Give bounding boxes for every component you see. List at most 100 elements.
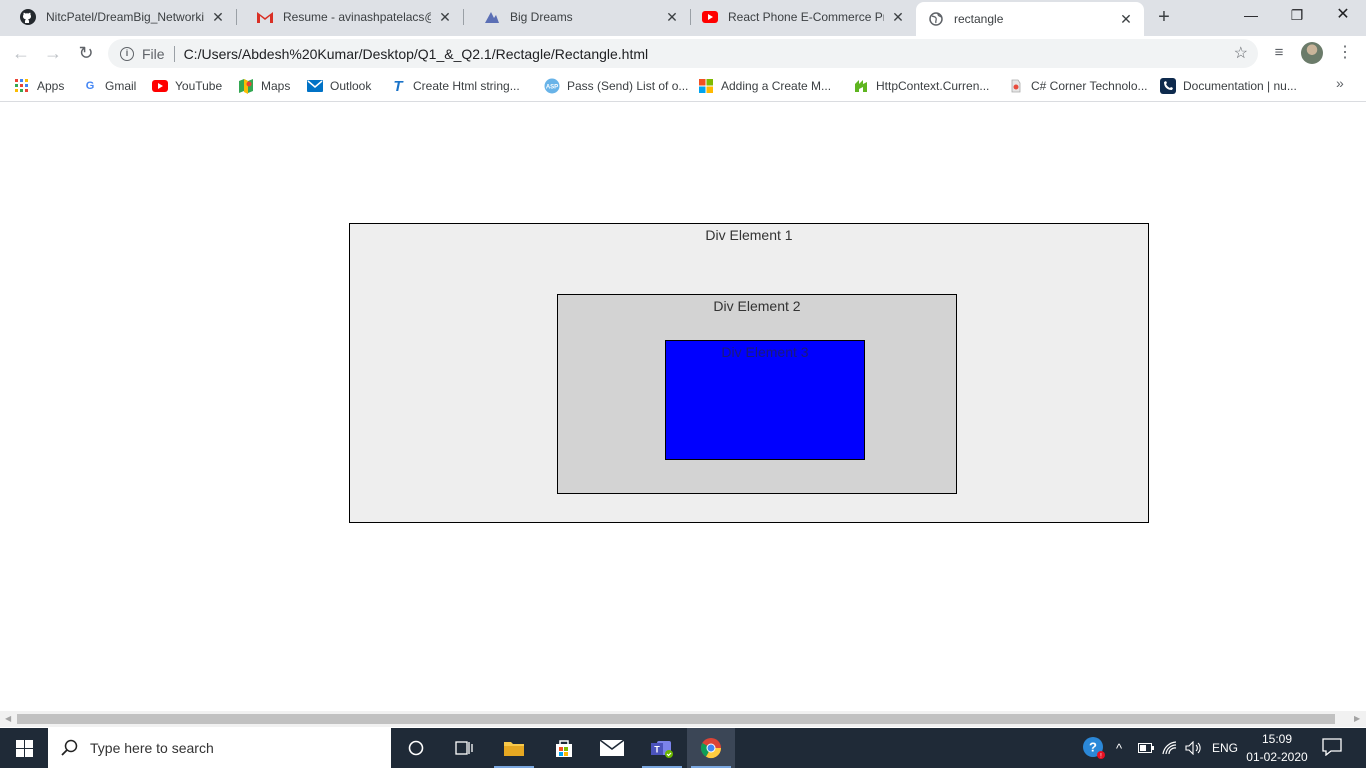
bookmark-pass-list[interactable]: ASP Pass (Send) List of o... xyxy=(544,77,688,95)
chrome-button[interactable] xyxy=(687,728,735,768)
clock[interactable]: 15:09 01-02-2020 xyxy=(1242,730,1312,766)
tab-rectangle[interactable]: rectangle ✕ xyxy=(916,2,1144,36)
bookmark-label: Outlook xyxy=(330,79,372,93)
bookmarks-bar: Apps G Gmail YouTube Maps Outlook T Crea… xyxy=(0,70,1366,102)
taskbar-search[interactable]: Type here to search xyxy=(48,728,391,768)
bookmark-httpcontext[interactable]: HttpContext.Curren... xyxy=(853,77,989,95)
scroll-right-icon[interactable]: ▶ xyxy=(1354,714,1360,723)
close-icon[interactable]: ✕ xyxy=(890,9,906,25)
div-element-3-label: Div Element 3 xyxy=(721,344,809,360)
battery-icon[interactable] xyxy=(1138,728,1154,768)
phone-icon xyxy=(1160,78,1176,94)
bookmark-label: Create Html string... xyxy=(413,79,520,93)
search-icon xyxy=(61,739,78,756)
cortana-button[interactable] xyxy=(392,728,440,768)
bookmark-label: Apps xyxy=(37,79,65,93)
windows-logo-icon xyxy=(15,739,33,757)
microsoft-icon xyxy=(698,78,714,94)
restore-button[interactable]: ❐ xyxy=(1274,0,1320,32)
windows-taskbar: Type here to search T ?! ^ ENG 15:09 01-… xyxy=(0,728,1366,768)
notification-icon xyxy=(1322,738,1342,757)
help-tray[interactable]: ?! xyxy=(1082,728,1106,768)
url-text[interactable]: C:/Users/Abdesh%20Kumar/Desktop/Q1_&_Q2.… xyxy=(184,46,649,62)
close-icon[interactable]: ✕ xyxy=(437,9,453,25)
gmail-icon xyxy=(257,9,273,25)
big-dreams-icon xyxy=(484,9,500,25)
star-icon[interactable]: ☆ xyxy=(1234,43,1248,63)
tab-youtube[interactable]: React Phone E-Commerce Proj ✕ xyxy=(682,0,916,34)
bookmark-label: C# Corner Technolo... xyxy=(1031,79,1148,93)
bookmark-adding-create[interactable]: Adding a Create M... xyxy=(698,77,831,95)
tab-title: React Phone E-Commerce Proj xyxy=(728,10,884,24)
back-button[interactable]: ← xyxy=(8,40,34,66)
minimize-button[interactable]: — xyxy=(1228,0,1274,32)
google-icon: G xyxy=(85,80,95,92)
mail-button[interactable] xyxy=(588,728,636,768)
bookmark-outlook[interactable]: Outlook xyxy=(307,77,371,95)
close-icon[interactable]: ✕ xyxy=(1118,11,1134,27)
tab-gmail[interactable]: Resume - avinashpatelacs@gm ✕ xyxy=(237,0,463,34)
tab-title: Big Dreams xyxy=(510,10,573,24)
forward-button[interactable]: → xyxy=(40,40,66,66)
language-label: ENG xyxy=(1212,741,1239,755)
chrome-icon xyxy=(700,738,722,759)
bookmark-label: Adding a Create M... xyxy=(721,79,832,93)
store-button[interactable] xyxy=(540,728,588,768)
new-tab-button[interactable]: + xyxy=(1152,6,1176,28)
tab-strip: NitcPatel/DreamBig_Networkin ✕ Resume - … xyxy=(0,0,1366,36)
clock-date: 01-02-2020 xyxy=(1246,750,1308,764)
tab-github[interactable]: NitcPatel/DreamBig_Networkin ✕ xyxy=(0,0,236,34)
wifi-icon[interactable] xyxy=(1162,728,1178,768)
folder-icon xyxy=(504,742,524,756)
file-explorer-button[interactable] xyxy=(490,728,538,768)
cortana-icon xyxy=(408,740,424,756)
help-icon: ?! xyxy=(1083,737,1105,760)
store-icon xyxy=(556,740,572,757)
menu-icon[interactable]: ⋮ xyxy=(1334,42,1356,64)
omnibox-divider xyxy=(173,45,175,62)
avatar[interactable] xyxy=(1301,42,1323,64)
bookmark-create-html[interactable]: T Create Html string... xyxy=(390,77,520,95)
clock-time: 15:09 xyxy=(1261,732,1293,746)
close-icon[interactable]: ✕ xyxy=(664,9,680,25)
scrollbar-thumb[interactable] xyxy=(17,714,1335,724)
horizontal-scrollbar[interactable]: ◀ ▶ xyxy=(0,711,1366,727)
bookmark-label: Documentation | nu... xyxy=(1183,79,1297,93)
bookmark-documentation[interactable]: Documentation | nu... xyxy=(1160,77,1297,95)
search-placeholder: Type here to search xyxy=(90,740,214,756)
notification-center-button[interactable] xyxy=(1322,738,1342,757)
bookmark-label: Pass (Send) List of o... xyxy=(567,79,689,93)
address-bar[interactable]: i File C:/Users/Abdesh%20Kumar/Desktop/Q… xyxy=(108,39,1258,68)
chevron-up-icon[interactable]: ^ xyxy=(1116,728,1122,768)
globe-icon xyxy=(928,11,944,27)
bookmark-youtube[interactable]: YouTube xyxy=(152,77,222,95)
reload-button[interactable]: ↻ xyxy=(73,40,99,66)
volume-icon[interactable] xyxy=(1185,728,1203,768)
bookmark-csharp-corner[interactable]: C# Corner Technolo... xyxy=(1008,77,1148,95)
teams-icon: T xyxy=(651,741,673,758)
media-queue-icon[interactable]: ≡ xyxy=(1268,42,1290,64)
tab-big-dreams[interactable]: Big Dreams ✕ xyxy=(464,0,690,34)
info-icon[interactable]: i xyxy=(120,46,134,61)
bookmark-gmail[interactable]: G Gmail xyxy=(82,77,137,95)
window-close-button[interactable]: ✕ xyxy=(1320,0,1366,32)
apps-grid-icon xyxy=(14,78,30,94)
div-element-2-label: Div Element 2 xyxy=(713,298,801,314)
bookmark-maps[interactable]: Maps xyxy=(238,77,290,95)
mail-icon xyxy=(600,740,624,756)
bookmark-apps[interactable]: Apps xyxy=(14,77,64,95)
close-icon[interactable]: ✕ xyxy=(210,9,226,25)
svg-text:T: T xyxy=(654,745,660,755)
chevron-right-icon[interactable]: » xyxy=(1336,75,1344,91)
tab-title: NitcPatel/DreamBig_Networkin xyxy=(46,10,204,24)
page-viewport: Div Element 1 Div Element 2 Div Element … xyxy=(0,103,1366,711)
start-button[interactable] xyxy=(0,728,48,768)
maps-icon xyxy=(238,78,254,94)
language-indicator[interactable]: ENG xyxy=(1212,728,1238,768)
div-element-3: Div Element 3 xyxy=(665,340,865,460)
task-view-button[interactable] xyxy=(440,728,488,768)
div-element-1-label: Div Element 1 xyxy=(705,227,793,243)
csharp-corner-icon xyxy=(1008,78,1024,94)
teams-button[interactable]: T xyxy=(638,728,686,768)
scroll-left-icon[interactable]: ◀ xyxy=(5,714,11,723)
